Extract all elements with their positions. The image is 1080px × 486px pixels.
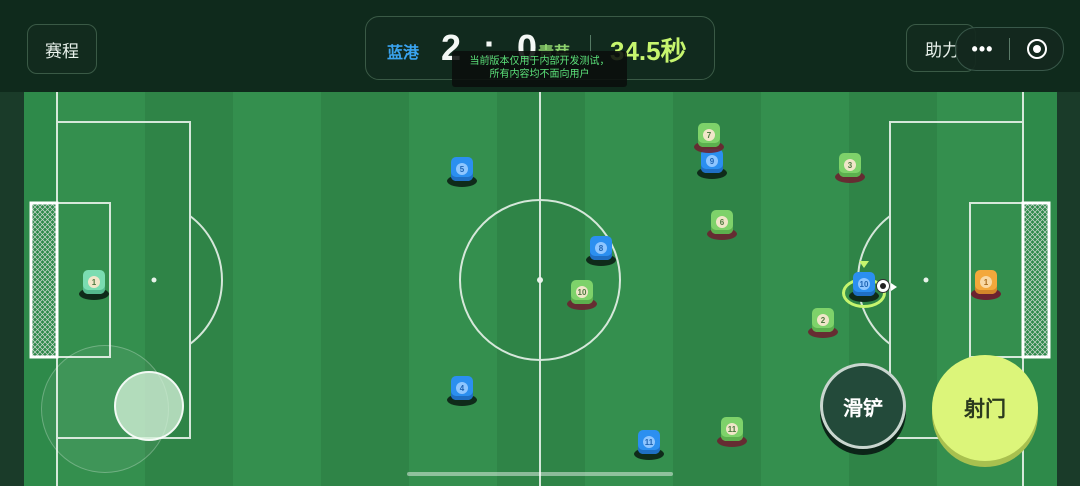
player-body: 5 <box>451 157 473 181</box>
home-indicator-bar[interactable] <box>407 472 673 476</box>
player-number: 3 <box>844 159 856 171</box>
player-green-6: 6 <box>707 210 737 240</box>
player-number: 4 <box>456 382 468 394</box>
player-body: 10 <box>853 272 875 296</box>
notice-line-1: 当前版本仅用于内部开发测试， <box>469 56 610 67</box>
player-body: 11 <box>638 430 660 454</box>
selected-player-arrow-icon <box>859 261 869 268</box>
player-blue-5: 5 <box>447 157 477 187</box>
player-blue-9: 9 <box>697 149 727 179</box>
player-body: 11 <box>721 417 743 441</box>
player-teal-1: 1 <box>79 270 109 300</box>
home-team-name: 蓝港 <box>387 45 420 62</box>
more-menu-button[interactable]: ••• <box>956 39 1009 60</box>
left-goal <box>29 201 59 359</box>
notice-line-2: 所有内容均不面向用户 <box>489 69 590 80</box>
player-number: 5 <box>456 163 468 175</box>
player-green-3: 3 <box>835 153 865 183</box>
ball-direction-arrow-icon <box>891 283 897 291</box>
tackle-button[interactable]: 滑铲 <box>820 363 906 449</box>
player-number: 6 <box>716 216 728 228</box>
player-green-7: 7 <box>694 123 724 153</box>
player-number: 11 <box>726 423 738 435</box>
player-number: 2 <box>817 314 829 326</box>
player-green-2: 2 <box>808 308 838 338</box>
player-blue-8: 8 <box>586 236 616 266</box>
player-green-10: 10 <box>567 280 597 310</box>
player-blue-4: 4 <box>447 376 477 406</box>
player-green-11: 11 <box>717 417 747 447</box>
player-body: 8 <box>590 236 612 260</box>
miniprogram-capsule: ••• <box>955 27 1064 71</box>
player-blue-11: 11 <box>634 430 664 460</box>
player-body: 1 <box>83 270 105 294</box>
player-number: 1 <box>88 276 100 288</box>
close-miniprogram-button[interactable] <box>1010 39 1063 59</box>
joystick-knob[interactable] <box>114 371 184 441</box>
target-icon <box>1026 39 1047 59</box>
player-number: 9 <box>706 155 718 167</box>
player-body: 7 <box>698 123 720 147</box>
player-number: 7 <box>703 129 715 141</box>
player-number: 11 <box>643 436 655 448</box>
player-blue-10-controlled: 10 <box>849 272 879 302</box>
player-body: 3 <box>839 153 861 177</box>
player-body: 6 <box>711 210 733 234</box>
dev-notice-toast: 当前版本仅用于内部开发测试， 所有内容均不面向用户 <box>452 51 627 87</box>
player-number: 8 <box>595 242 607 254</box>
player-body: 4 <box>451 376 473 400</box>
player-number: 1 <box>980 276 992 288</box>
player-body: 10 <box>571 280 593 304</box>
player-orange-1-goalkeeper: 1 <box>971 270 1001 300</box>
schedule-button[interactable]: 赛程 <box>27 24 97 74</box>
football-ball <box>876 279 890 293</box>
player-body: 1 <box>975 270 997 294</box>
player-number: 10 <box>858 278 870 290</box>
player-body: 2 <box>812 308 834 332</box>
shoot-button[interactable]: 射门 <box>932 355 1038 461</box>
right-goal <box>1021 201 1051 359</box>
player-number: 10 <box>576 286 588 298</box>
